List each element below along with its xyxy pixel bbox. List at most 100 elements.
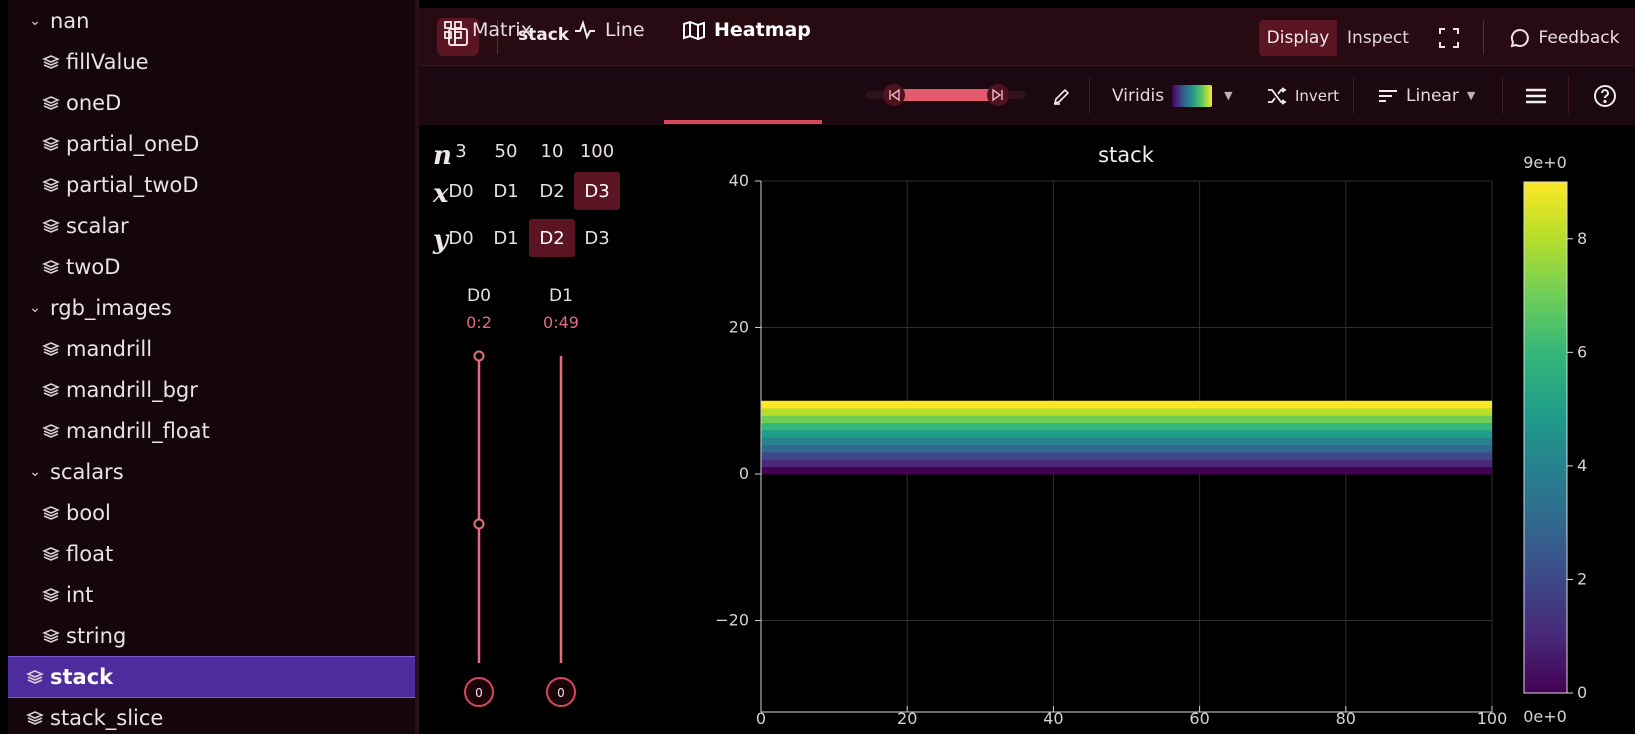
colorbar-min-label: 0e+0 xyxy=(1523,707,1567,726)
x-tick-label: 40 xyxy=(1043,709,1063,728)
dataset-icon xyxy=(42,340,60,358)
tree-item-label: int xyxy=(66,583,94,607)
tree-dataset[interactable]: mandrill_bgr xyxy=(8,370,415,410)
colorbar-tick-label: 2 xyxy=(1577,569,1587,588)
tree-item-label: float xyxy=(66,542,114,566)
scale-type-selector[interactable]: Linear ▼ xyxy=(1378,66,1475,125)
tree-dataset[interactable]: scalar xyxy=(8,206,415,246)
display-mode-button[interactable]: Display xyxy=(1259,20,1337,56)
tab-line[interactable]: Line xyxy=(574,0,645,59)
heatmap-row xyxy=(761,452,1492,460)
dataset-icon xyxy=(42,258,60,276)
tree-dataset[interactable]: partial_twoD xyxy=(8,165,415,205)
tree-dataset[interactable]: mandrill xyxy=(8,329,415,369)
divider xyxy=(1502,76,1503,114)
invert-toggle[interactable]: Invert xyxy=(1267,66,1339,125)
chat-bubble-icon xyxy=(1510,28,1529,48)
tree-item-label: scalar xyxy=(66,214,129,238)
active-tab-indicator xyxy=(664,120,822,124)
sort-lines-icon xyxy=(1379,89,1397,102)
dataset-icon xyxy=(42,135,60,153)
explorer-sidebar: ⌄ nan fillValue oneD partial_oneD partial_two… xyxy=(8,0,415,734)
dimension-sliders: 00 xyxy=(464,350,576,707)
tree-group[interactable]: ⌄ scalars xyxy=(8,452,415,492)
colormap-selector[interactable]: Viridis ▼ xyxy=(1112,66,1233,125)
x-tick-label: 60 xyxy=(1189,709,1209,728)
help-button[interactable] xyxy=(1593,66,1617,125)
tree-item-label: partial_oneD xyxy=(66,132,200,156)
edit-domain-button[interactable] xyxy=(1052,66,1072,125)
invert-label: Invert xyxy=(1295,86,1340,105)
shuffle-icon xyxy=(1268,86,1287,105)
tree-item-label: mandrill_float xyxy=(66,419,210,443)
dataset-icon xyxy=(42,381,60,399)
grid-icon xyxy=(444,20,462,39)
dataset-icon xyxy=(42,176,60,194)
colorbar-tick-label: 6 xyxy=(1577,342,1587,361)
heatmap-row xyxy=(761,400,1492,409)
heatmap-row xyxy=(761,408,1492,416)
slider-value: 0 xyxy=(475,686,483,700)
skip-end-icon[interactable] xyxy=(987,84,1009,106)
chevron-down-icon: ⌄ xyxy=(29,300,41,316)
tree-group[interactable]: ⌄ nan xyxy=(8,1,415,41)
tree-dataset[interactable]: bool xyxy=(8,493,415,533)
heatmap-row xyxy=(761,422,1492,431)
tree-dataset[interactable]: string xyxy=(8,616,415,656)
tree-dataset[interactable]: partial_oneD xyxy=(8,124,415,164)
tree-item-label: stack_slice xyxy=(50,706,164,730)
chevron-down-icon: ⌄ xyxy=(29,13,41,29)
slice-range-control[interactable] xyxy=(866,82,1026,108)
slider-mark xyxy=(473,518,485,530)
hamburger-icon xyxy=(1526,88,1546,103)
heatmap-row xyxy=(761,466,1492,475)
menu-button[interactable] xyxy=(1525,66,1547,125)
tree-dataset[interactable]: stack_slice xyxy=(8,698,415,734)
heatmap-row xyxy=(761,444,1492,453)
colorbar-max-label: 9e+0 xyxy=(1523,153,1567,172)
y-tick-label: 0 xyxy=(739,464,749,483)
feedback-button[interactable]: Feedback xyxy=(1499,20,1629,56)
colormap-swatch xyxy=(1172,84,1213,107)
tree-dataset[interactable]: float xyxy=(8,534,415,574)
dimension-mapper: n x y 3 50 10 100 D0 D1 D2 D3 D0 D1 D2 D3 D0 0:2 D1 0:4… xyxy=(419,125,654,734)
x-tick-label: 0 xyxy=(756,709,766,728)
tree-item-label: mandrill_bgr xyxy=(66,378,198,402)
divider xyxy=(1089,76,1090,114)
colormap-label: Viridis xyxy=(1112,85,1165,106)
line-chart-icon xyxy=(575,19,595,40)
tab-heatmap[interactable]: Heatmap xyxy=(683,0,811,59)
tree-dataset[interactable]: int xyxy=(8,575,415,615)
colorbar-tick-label: 4 xyxy=(1577,456,1587,475)
tab-matrix[interactable]: Matrix xyxy=(443,0,532,59)
tree-dataset[interactable]: mandrill_float xyxy=(8,411,415,451)
tree-item-label: bool xyxy=(66,501,111,525)
colorbar xyxy=(1523,181,1568,694)
x-tick-label: 100 xyxy=(1477,709,1508,728)
divider xyxy=(1353,76,1354,114)
tree-dataset[interactable]: stack xyxy=(8,656,415,698)
fullscreen-button[interactable] xyxy=(1431,20,1467,56)
chart-title: stack xyxy=(1098,143,1155,167)
chevron-down-icon: ▼ xyxy=(1466,89,1476,102)
y-tick-label: −20 xyxy=(715,611,749,630)
tree-item-label: string xyxy=(66,624,127,648)
colorbar-tick-label: 8 xyxy=(1577,229,1587,248)
x-tick-label: 20 xyxy=(897,709,917,728)
tree-group[interactable]: ⌄ rgb_images xyxy=(8,288,415,328)
dataset-icon xyxy=(42,627,60,645)
tree-dataset[interactable]: oneD xyxy=(8,83,415,123)
scale-label: Linear xyxy=(1406,85,1459,106)
dataset-icon xyxy=(42,217,60,235)
app-root: ⌄ nan fillValue oneD partial_oneD partial_two… xyxy=(0,0,1635,734)
fullscreen-icon xyxy=(1439,28,1459,48)
tree-item-label: nan xyxy=(50,9,90,33)
heatmap-row xyxy=(761,437,1492,446)
colorbar-tick-label: 0 xyxy=(1577,683,1587,702)
skip-start-icon[interactable] xyxy=(883,84,905,106)
heatmap-row xyxy=(761,459,1492,468)
tree-item-label: stack xyxy=(50,665,114,689)
tree-dataset[interactable]: twoD xyxy=(8,247,415,287)
inspect-mode-button[interactable]: Inspect xyxy=(1337,20,1419,56)
tree-dataset[interactable]: fillValue xyxy=(8,42,415,82)
